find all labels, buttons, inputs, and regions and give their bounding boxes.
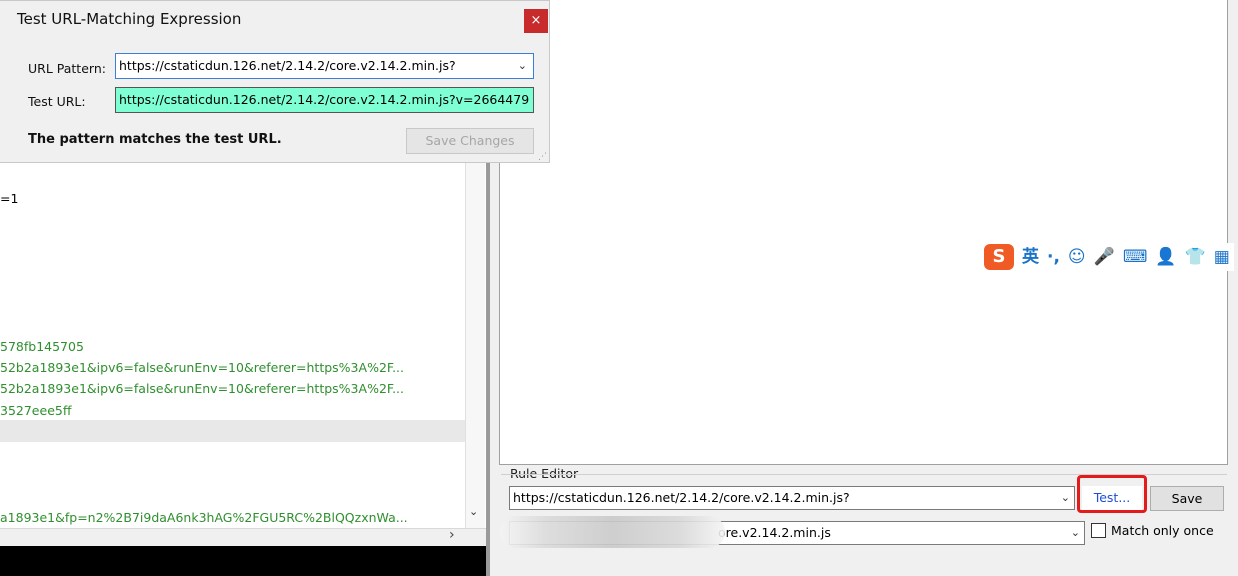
redacted-area xyxy=(500,516,725,548)
match-only-once-label: Match only once xyxy=(1111,523,1214,538)
skin-icon[interactable]: 👕 xyxy=(1185,245,1206,269)
rules-list[interactable] xyxy=(499,0,1228,465)
list-item[interactable]: 578fb145705 xyxy=(0,339,84,355)
url-pattern-value: https://cstaticdun.126.net/2.14.2/core.v… xyxy=(119,58,456,73)
language-toggle-icon[interactable]: 英 xyxy=(1022,245,1039,269)
horizontal-scrollbar[interactable] xyxy=(0,528,486,546)
selected-row[interactable] xyxy=(0,420,465,442)
url-pattern-label: URL Pattern: xyxy=(28,61,106,76)
scroll-down-arrow-icon[interactable]: ⌄ xyxy=(469,505,478,518)
test-url-label: Test URL: xyxy=(28,94,86,109)
toolbox-icon[interactable]: ▦ xyxy=(1214,245,1230,269)
chevron-down-icon[interactable]: ⌄ xyxy=(518,54,527,78)
microphone-icon[interactable]: 🎤 xyxy=(1094,245,1115,269)
test-url-value: https://cstaticdun.126.net/2.14.2/core.v… xyxy=(119,92,530,107)
match-result-text: The pattern matches the test URL. xyxy=(28,132,282,147)
save-button[interactable]: Save xyxy=(1150,486,1224,511)
list-item[interactable]: a1893e1&fp=n2%2B7i9daA6nk3hAG%2FGU5RC%2B… xyxy=(0,510,408,526)
list-item[interactable]: 52b2a1893e1&ipv6=false&runEnv=10&referer… xyxy=(0,360,404,376)
dialog-title: Test URL-Matching Expression xyxy=(17,10,242,28)
scroll-right-arrow-icon[interactable]: › xyxy=(449,527,455,543)
match-rule-combo[interactable]: https://cstaticdun.126.net/2.14.2/core.v… xyxy=(509,486,1075,510)
close-icon[interactable]: × xyxy=(524,9,548,33)
punctuation-icon[interactable]: ·, xyxy=(1047,245,1060,269)
user-icon[interactable]: 👤 xyxy=(1155,245,1176,269)
action-value: ore.v2.14.2.min.js xyxy=(718,525,831,540)
list-item[interactable]: =1 xyxy=(0,191,18,207)
match-rule-value: https://cstaticdun.126.net/2.14.2/core.v… xyxy=(513,490,850,505)
chevron-down-icon[interactable]: ⌄ xyxy=(1071,522,1080,544)
match-only-once-checkbox[interactable]: Match only once xyxy=(1091,523,1214,538)
url-pattern-input[interactable]: https://cstaticdun.126.net/2.14.2/core.v… xyxy=(115,53,534,79)
test-url-input[interactable]: https://cstaticdun.126.net/2.14.2/core.v… xyxy=(115,87,534,113)
emoji-icon[interactable]: ☺ xyxy=(1068,245,1086,269)
vertical-scrollbar[interactable] xyxy=(465,160,485,528)
sogou-logo-icon[interactable]: S xyxy=(984,244,1014,270)
chevron-down-icon[interactable]: ⌄ xyxy=(1061,487,1070,509)
checkbox-box[interactable] xyxy=(1091,523,1106,538)
resize-grip-icon[interactable]: ⋰ xyxy=(538,152,547,162)
test-url-dialog: Test URL-Matching Expression × URL Patte… xyxy=(0,0,550,163)
ime-toolbar[interactable]: S 英 ·, ☺ 🎤 ⌨ 👤 👕 ▦ xyxy=(980,243,1234,271)
save-changes-button[interactable]: Save Changes xyxy=(406,128,534,154)
test-button[interactable]: Test... xyxy=(1082,486,1142,510)
autoresponder-pane: Rule Editor https://cstaticdun.126.net/2… xyxy=(490,0,1238,576)
list-item[interactable]: 3527eee5ff xyxy=(0,403,71,419)
quickexec-bar[interactable] xyxy=(0,546,486,576)
keyboard-icon[interactable]: ⌨ xyxy=(1123,245,1148,269)
list-item[interactable]: 52b2a1893e1&ipv6=false&runEnv=10&referer… xyxy=(0,381,404,397)
